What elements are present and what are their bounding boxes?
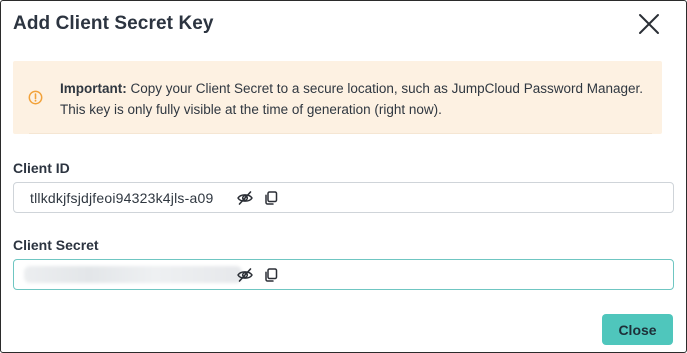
alert-strong-label: Important: bbox=[60, 81, 127, 96]
copy-icon[interactable] bbox=[262, 189, 280, 207]
client-secret-label: Client Secret bbox=[13, 237, 99, 253]
eye-slash-icon[interactable] bbox=[236, 266, 254, 284]
eye-slash-icon[interactable] bbox=[236, 189, 254, 207]
client-secret-field[interactable] bbox=[13, 259, 674, 290]
alert-message: Important: Copy your Client Secret to a … bbox=[60, 78, 650, 120]
copy-icon[interactable] bbox=[262, 266, 280, 284]
client-id-label: Client ID bbox=[13, 160, 70, 176]
client-id-field[interactable]: tllkdkjfsjdjfeoi94323k4jls-a09 bbox=[13, 182, 674, 213]
warning-circle-icon bbox=[28, 90, 43, 105]
alert-body-text: Copy your Client Secret to a secure loca… bbox=[60, 81, 644, 117]
important-alert: Important: Copy your Client Secret to a … bbox=[13, 61, 662, 134]
client-secret-masked-value[interactable] bbox=[24, 266, 242, 283]
alert-divider bbox=[29, 133, 652, 134]
client-id-value[interactable]: tllkdkjfsjdjfeoi94323k4jls-a09 bbox=[30, 190, 213, 206]
add-client-secret-dialog: Add Client Secret Key Important: Copy yo… bbox=[0, 0, 687, 353]
close-button[interactable]: Close bbox=[602, 314, 673, 345]
dialog-title: Add Client Secret Key bbox=[13, 13, 214, 34]
close-icon[interactable] bbox=[635, 10, 663, 38]
